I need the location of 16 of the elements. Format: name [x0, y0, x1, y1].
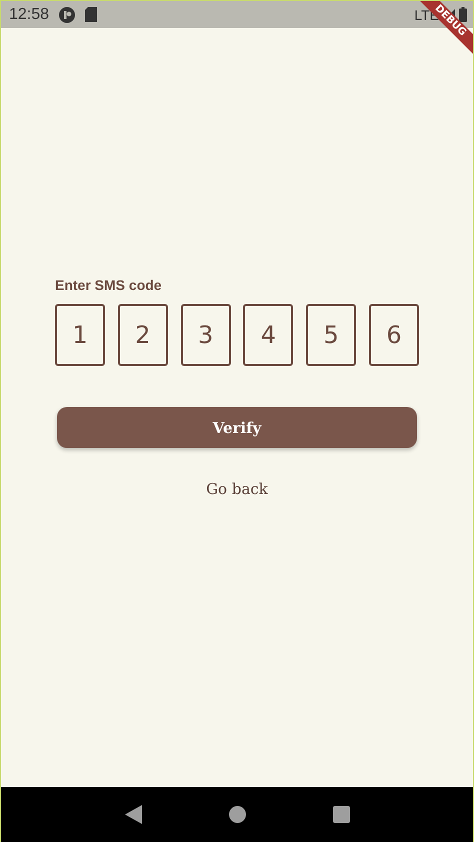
verify-button[interactable]: Verify [57, 407, 417, 448]
code-digit-field[interactable]: 6 [368, 304, 419, 366]
recents-icon[interactable] [332, 806, 350, 823]
status-time: 12:58 [9, 6, 50, 24]
code-digit-field[interactable]: 3 [180, 304, 231, 366]
code-digit-field[interactable]: 5 [306, 304, 356, 366]
app-notification-icon [59, 6, 76, 22]
code-digit-field[interactable]: 2 [118, 304, 168, 366]
code-digit-field[interactable]: 4 [243, 304, 294, 366]
battery-icon [459, 7, 467, 22]
sd-card-icon [85, 7, 98, 22]
back-icon[interactable] [124, 805, 142, 824]
code-digit-field[interactable]: 1 [55, 304, 105, 366]
go-back-link[interactable]: Go back [206, 480, 268, 498]
home-icon[interactable] [228, 806, 246, 823]
field-label: Enter SMS code [55, 277, 163, 293]
